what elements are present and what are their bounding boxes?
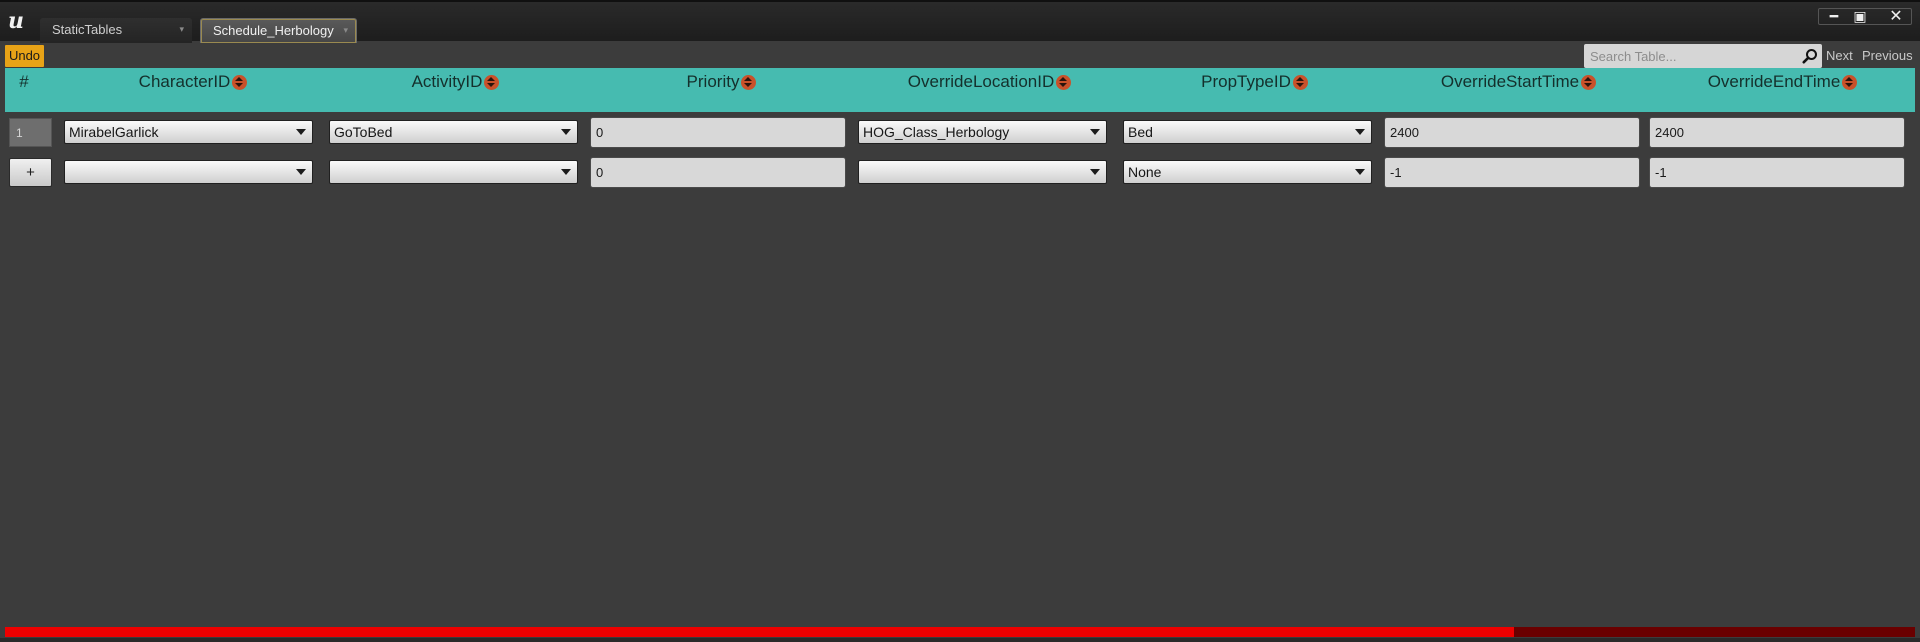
tab-static-tables[interactable]: StaticTables ▾ — [40, 18, 192, 43]
row-index[interactable]: 1 — [9, 118, 52, 147]
maximize-button[interactable]: ▣ — [1848, 9, 1872, 25]
title-bar: u StaticTables ▾ Schedule_Herbology ▾ ━ … — [0, 0, 1920, 43]
dropdown-value: None — [1128, 164, 1162, 180]
column-header-index: # — [9, 68, 39, 112]
scrollbar-thumb[interactable] — [5, 627, 1514, 637]
table-row: 1 MirabelGarlick GoToBed 0 HOG_Class_Her… — [0, 117, 1920, 149]
chevron-down-icon — [1355, 169, 1365, 175]
column-header-label: # — [19, 72, 29, 91]
column-header-label: OverrideStartTime — [1440, 72, 1580, 91]
column-header-label: Priority — [686, 72, 740, 91]
proptypeid-dropdown[interactable]: Bed — [1123, 120, 1372, 144]
next-button[interactable]: Next — [1826, 44, 1853, 68]
sort-icon[interactable] — [1581, 75, 1597, 90]
unreal-logo-icon[interactable]: u — [4, 8, 28, 34]
column-header-overrideendtime[interactable]: OverrideEndTime — [1650, 68, 1915, 112]
chevron-down-icon — [1090, 169, 1100, 175]
column-header-characterid[interactable]: CharacterID — [57, 68, 329, 112]
column-header-priority[interactable]: Priority — [589, 68, 854, 112]
characterid-dropdown[interactable]: MirabelGarlick — [64, 120, 313, 144]
activityid-dropdown[interactable]: GoToBed — [329, 120, 578, 144]
window-bottom-border — [0, 638, 1920, 642]
tab-label: Schedule_Herbology — [213, 23, 334, 38]
chevron-down-icon — [561, 169, 571, 175]
dropdown-value: GoToBed — [334, 124, 393, 140]
column-header-overridestarttime[interactable]: OverrideStartTime — [1386, 68, 1651, 112]
priority-field[interactable]: 0 — [590, 117, 846, 148]
add-row-button[interactable]: + — [9, 158, 52, 187]
dropdown-value: Bed — [1128, 124, 1153, 140]
tab-label: StaticTables — [52, 22, 123, 37]
proptypeid-dropdown[interactable]: None — [1123, 160, 1372, 184]
data-table-editor: u StaticTables ▾ Schedule_Herbology ▾ ━ … — [0, 0, 1920, 642]
undo-button[interactable]: Undo — [5, 45, 44, 67]
overridestarttime-field[interactable]: 2400 — [1384, 117, 1640, 148]
dropdown-value: MirabelGarlick — [69, 124, 159, 140]
chevron-down-icon — [1355, 129, 1365, 135]
column-header-label: ActivityID — [411, 72, 483, 91]
overrideendtime-field[interactable]: -1 — [1649, 157, 1905, 188]
chevron-down-icon — [561, 129, 571, 135]
priority-field[interactable]: 0 — [590, 157, 846, 188]
sort-icon[interactable] — [1292, 75, 1308, 90]
column-header-label: CharacterID — [138, 72, 231, 91]
minimize-button[interactable]: ━ — [1822, 9, 1846, 25]
table-header: # CharacterID ActivityID Priority Overri… — [5, 68, 1915, 112]
column-header-activityid[interactable]: ActivityID — [323, 68, 588, 112]
overridelocationid-dropdown[interactable]: HOG_Class_Herbology — [858, 120, 1107, 144]
tab-schedule-herbology[interactable]: Schedule_Herbology ▾ — [200, 18, 357, 43]
sort-icon[interactable] — [1842, 75, 1858, 90]
search-input[interactable] — [1584, 44, 1794, 68]
horizontal-scrollbar[interactable] — [5, 627, 1915, 637]
tab-close-icon[interactable]: ▾ — [343, 19, 348, 42]
chevron-down-icon — [296, 129, 306, 135]
column-header-label: PropTypeID — [1201, 72, 1291, 91]
sort-icon[interactable] — [741, 75, 757, 90]
search-icon[interactable] — [1802, 48, 1818, 64]
column-header-overridelocationid[interactable]: OverrideLocationID — [857, 68, 1122, 112]
dropdown-value: HOG_Class_Herbology — [863, 124, 1010, 140]
close-window-button[interactable]: ✕ — [1880, 9, 1912, 25]
sort-icon[interactable] — [1056, 75, 1072, 90]
overridelocationid-dropdown[interactable] — [858, 160, 1107, 184]
column-header-proptypeid[interactable]: PropTypeID — [1122, 68, 1387, 112]
sort-icon[interactable] — [232, 75, 248, 90]
column-header-label: OverrideEndTime — [1707, 72, 1841, 91]
characterid-dropdown[interactable] — [64, 160, 313, 184]
activityid-dropdown[interactable] — [329, 160, 578, 184]
new-row: + 0 None -1 -1 — [0, 157, 1920, 189]
chevron-down-icon — [1090, 129, 1100, 135]
sort-icon[interactable] — [484, 75, 500, 90]
overrideendtime-field[interactable]: 2400 — [1649, 117, 1905, 148]
tab-close-icon[interactable]: ▾ — [179, 18, 184, 41]
column-header-label: OverrideLocationID — [907, 72, 1055, 91]
previous-button[interactable]: Previous — [1862, 44, 1913, 68]
chevron-down-icon — [296, 169, 306, 175]
overridestarttime-field[interactable]: -1 — [1384, 157, 1640, 188]
search-box — [1584, 44, 1822, 68]
